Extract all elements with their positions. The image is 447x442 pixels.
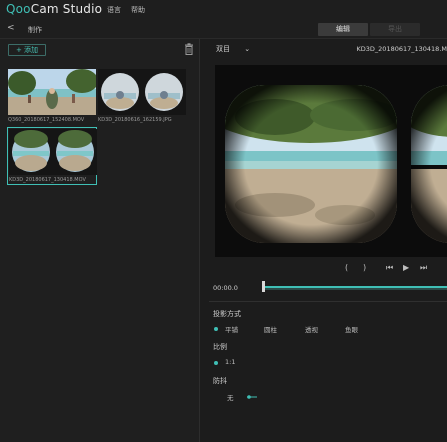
menu-help[interactable]: 帮助 <box>131 5 145 15</box>
media-thumbnail <box>98 69 186 115</box>
timeline-fill <box>263 286 447 288</box>
breadcrumb: 制作 <box>28 26 42 34</box>
projection-label: 投影方式 <box>213 310 241 318</box>
media-item[interactable]: KD3D_20180616_162159.JPG <box>98 69 186 123</box>
stabilize-slider[interactable] <box>247 395 257 399</box>
app-logo: QooCam Studio <box>6 2 103 16</box>
menu-language[interactable]: 语言 <box>107 5 121 15</box>
tab-edit[interactable]: 编辑 <box>318 23 368 36</box>
projection-option-fisheye[interactable]: 鱼眼 <box>345 324 358 334</box>
projection-option-flat[interactable]: 平铺 <box>225 324 238 334</box>
projection-option-cylinder[interactable]: 圆柱 <box>264 324 277 334</box>
timecode: 00:00.0 <box>213 284 238 292</box>
view-mode-label: 双目 <box>216 45 230 53</box>
media-library: + 添加 Q360_20180617_152408.MOV KD3D_20180… <box>0 39 200 442</box>
projection-option-perspective[interactable]: 透视 <box>305 324 318 334</box>
media-caption: KD3D_20180617_130418.MOV <box>9 177 86 183</box>
chevron-down-icon: ⌄ <box>244 45 251 53</box>
stabilize-label: 防抖 <box>213 377 227 385</box>
trash-icon[interactable] <box>184 43 194 55</box>
toolbar: < 制作 编辑 导出 <box>0 19 447 39</box>
editor-panel: 双目 ⌄ KD3D_20180617_130418.M () ⏮ ▶ ⏭ 00… <box>201 39 447 442</box>
title-bar: QooCam Studio 语言 帮助 <box>0 0 447 19</box>
media-thumbnail <box>9 129 97 175</box>
mark-out-button[interactable]: ) <box>363 263 366 272</box>
ratio-option[interactable]: 1:1 <box>225 358 235 366</box>
media-item-selected[interactable]: KD3D_20180617_130418.MOV <box>7 127 97 185</box>
media-caption: Q360_20180617_152408.MOV <box>8 117 85 123</box>
media-caption: KD3D_20180616_162159.JPG <box>98 117 172 123</box>
stabilize-value: 无 <box>227 394 234 402</box>
timeline-track[interactable] <box>263 286 447 290</box>
add-button[interactable]: + 添加 <box>8 44 46 56</box>
radio-selected-icon <box>214 361 218 365</box>
ratio-label: 比例 <box>213 343 227 351</box>
back-button[interactable]: < <box>7 23 15 33</box>
tab-export[interactable]: 导出 <box>370 23 420 36</box>
divider <box>209 301 447 302</box>
mark-in-button[interactable]: ( <box>345 263 348 272</box>
file-name: KD3D_20180617_130418.M <box>356 45 447 53</box>
radio-selected-icon <box>214 327 218 331</box>
media-thumbnail <box>8 69 96 115</box>
video-preview[interactable] <box>215 65 447 257</box>
playhead-handle[interactable] <box>262 281 265 292</box>
media-item[interactable]: Q360_20180617_152408.MOV <box>8 69 96 123</box>
skip-back-icon[interactable]: ⏮ <box>386 263 393 273</box>
skip-forward-icon[interactable]: ⏭ <box>420 263 427 273</box>
play-icon[interactable]: ▶ <box>403 263 409 272</box>
view-mode-dropdown[interactable]: 双目 ⌄ <box>216 44 250 54</box>
